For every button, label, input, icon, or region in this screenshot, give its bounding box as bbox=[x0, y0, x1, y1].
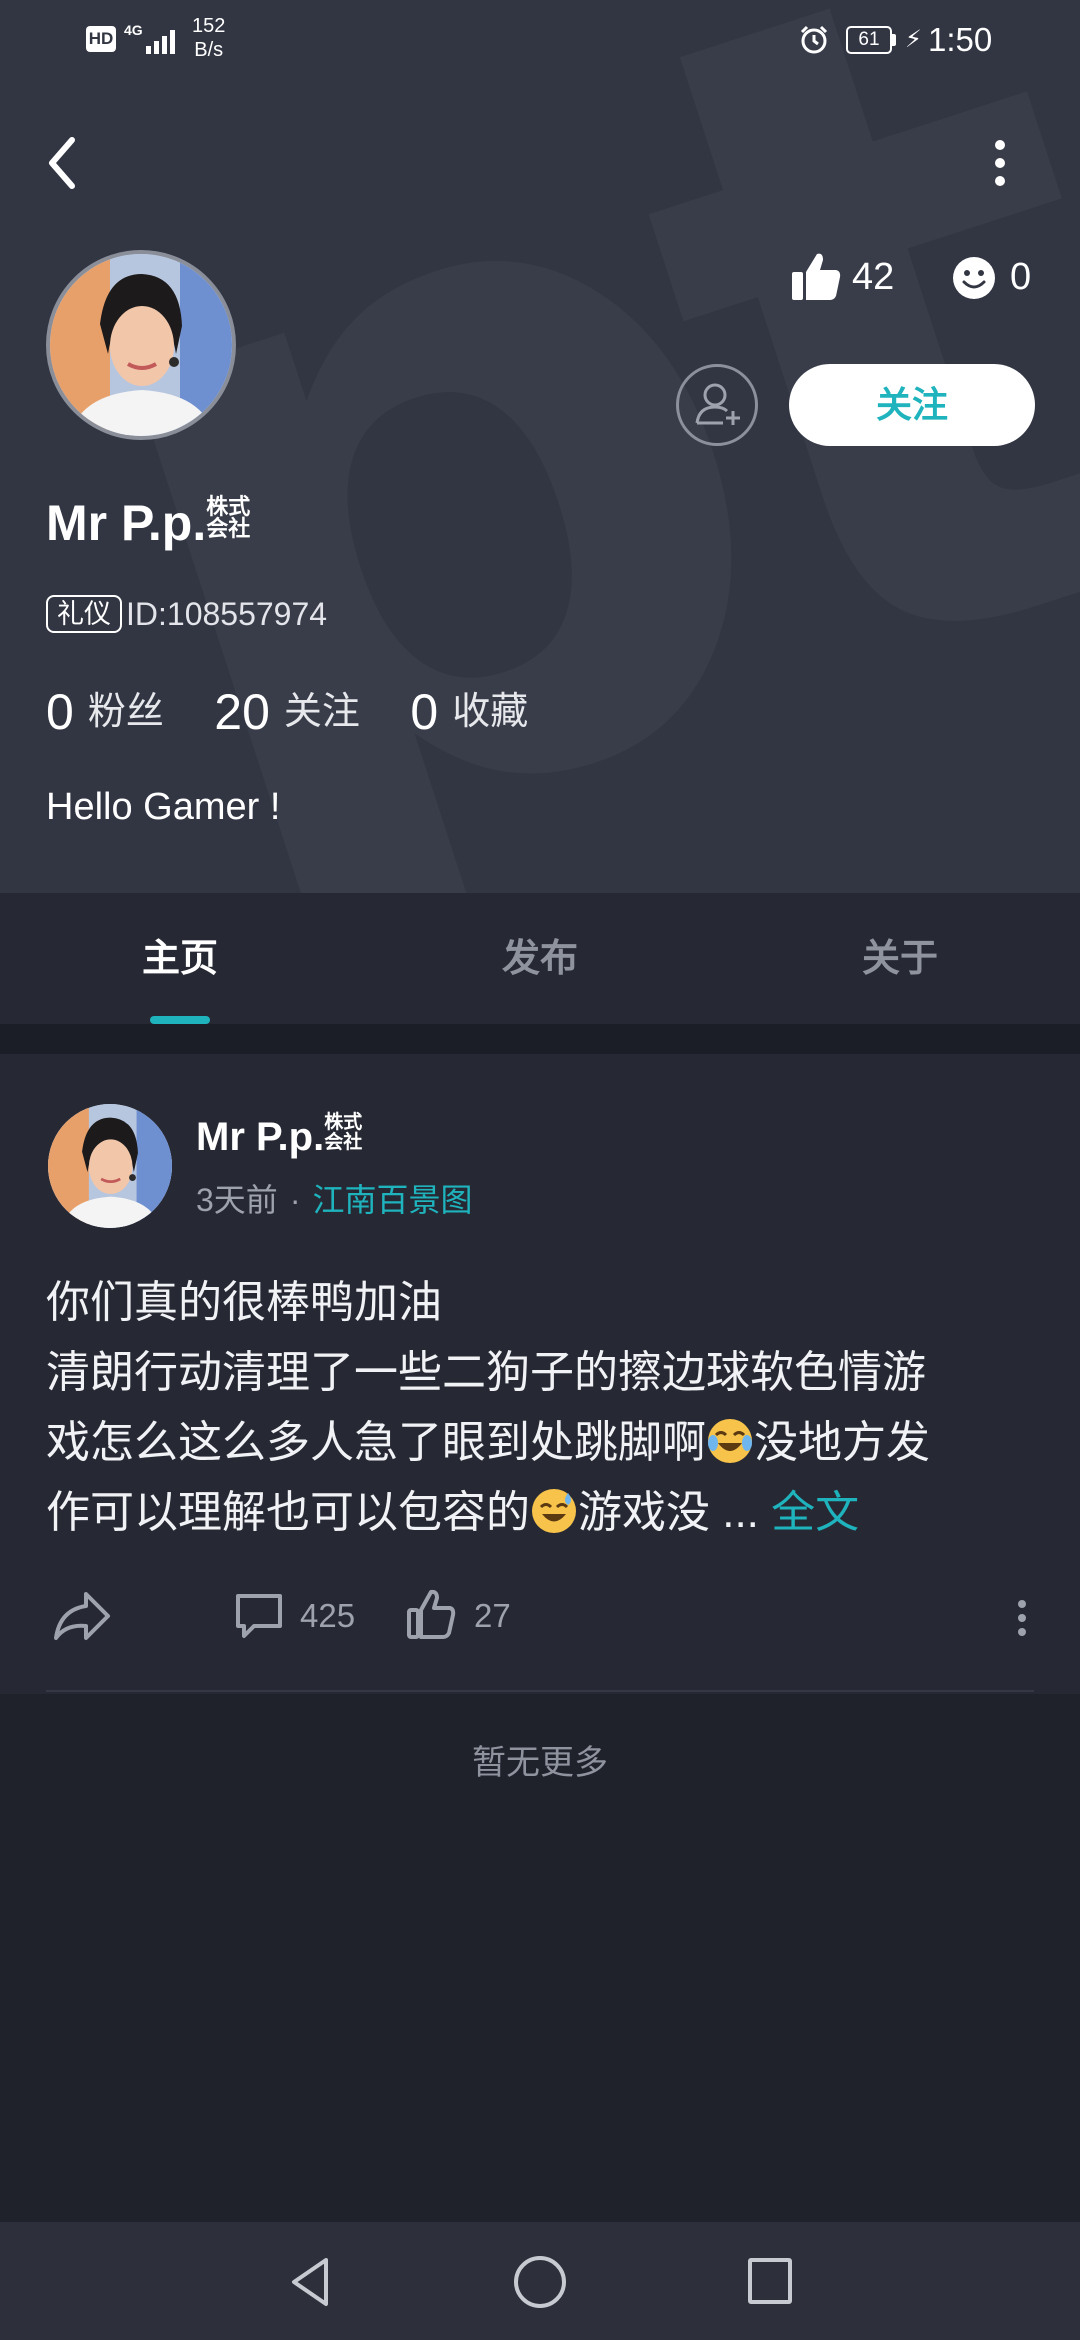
charging-icon: ⚡ bbox=[905, 26, 922, 53]
post-author-name[interactable]: Mr P.p.株式会社 bbox=[196, 1112, 370, 1162]
speed-value: 152 bbox=[192, 15, 226, 37]
tab-about[interactable]: 关于 bbox=[720, 893, 1080, 1025]
followers-count: 0 bbox=[46, 684, 74, 740]
share-icon[interactable] bbox=[52, 1588, 112, 1644]
hd-indicator: HD bbox=[86, 26, 116, 52]
avatar-photo bbox=[48, 1104, 172, 1228]
add-user-icon bbox=[695, 383, 740, 425]
thumbs-up-outline-icon[interactable] bbox=[406, 1588, 456, 1640]
profile-like-count: 42 bbox=[852, 256, 895, 298]
following-count: 20 bbox=[214, 684, 270, 740]
alarm-icon bbox=[800, 25, 828, 54]
chevron-left-icon[interactable] bbox=[40, 130, 90, 196]
post-author-tag: 株式会社 bbox=[324, 1112, 363, 1153]
add-friend-button[interactable] bbox=[676, 364, 758, 446]
status-bar: HD 4G 152 B/s 61 ⚡ 1:50 bbox=[0, 0, 1080, 80]
active-tab-indicator bbox=[150, 1016, 210, 1024]
profile-header: ptar HD 4G 152 B/s 61 ⚡ 1:50 42 0 关注 Mr … bbox=[0, 0, 1080, 893]
bio: Hello Gamer ! bbox=[46, 786, 281, 828]
section-divider bbox=[0, 1024, 1080, 1054]
post-like-count: 27 bbox=[474, 1597, 511, 1634]
comment-icon[interactable] bbox=[234, 1590, 284, 1640]
profile-reaction-count: 0 bbox=[1010, 256, 1032, 298]
following-stat[interactable]: 20 关注 bbox=[214, 684, 406, 740]
comment-count: 425 bbox=[300, 1597, 356, 1634]
tab-posts[interactable]: 发布 bbox=[360, 893, 720, 1025]
username-text: Mr P.p. bbox=[46, 495, 207, 551]
post-more-icon[interactable] bbox=[1014, 1598, 1030, 1638]
profile-tabs: 主页 发布 关于 bbox=[0, 893, 1080, 1025]
username-tag: 株式会社 bbox=[206, 494, 251, 541]
more-vertical-icon[interactable] bbox=[980, 134, 1020, 190]
post-line: 你们真的很棒鸭加油 bbox=[46, 1278, 442, 1327]
following-label: 关注 bbox=[283, 691, 360, 733]
favorites-label: 收藏 bbox=[452, 691, 529, 733]
post-line: 戏怎么这么多人急了眼到处跳脚啊 bbox=[46, 1418, 706, 1467]
username: Mr P.p.株式会社 bbox=[46, 493, 260, 553]
post-time: 3天前 bbox=[196, 1182, 278, 1218]
avatar-photo bbox=[50, 254, 232, 436]
read-more-link[interactable]: 全文 bbox=[771, 1488, 859, 1537]
sweat-smile-emoji-icon bbox=[532, 1489, 576, 1533]
favorites-count: 0 bbox=[410, 684, 439, 740]
no-more-text: 暂无更多 bbox=[472, 1744, 608, 1782]
post-author-avatar[interactable] bbox=[48, 1104, 172, 1228]
post-line: 作可以理解也可以包容的 bbox=[46, 1488, 530, 1537]
watermark: ptar bbox=[0, 0, 1080, 893]
circle-home-icon[interactable] bbox=[514, 2256, 566, 2308]
thumbs-up-icon[interactable] bbox=[790, 250, 842, 302]
etiquette-badge[interactable]: 礼仪 bbox=[46, 595, 122, 633]
followers-stat[interactable]: 0 粉丝 bbox=[46, 684, 210, 740]
post-line: 没地方发 bbox=[754, 1418, 930, 1467]
followers-label: 粉丝 bbox=[87, 691, 164, 733]
meta-separator: · bbox=[289, 1182, 301, 1218]
avatar[interactable] bbox=[46, 250, 236, 440]
post-line: 游戏没 ... bbox=[578, 1488, 772, 1537]
triangle-back-icon[interactable] bbox=[286, 2254, 336, 2310]
square-recent-icon[interactable] bbox=[748, 2258, 792, 2304]
divider bbox=[46, 1690, 1034, 1692]
battery-level: 61 bbox=[846, 26, 892, 54]
speed-unit: B/s bbox=[194, 39, 224, 61]
laughing-tears-emoji-icon bbox=[708, 1419, 752, 1463]
signal-icon bbox=[140, 24, 180, 54]
battery-tip bbox=[892, 34, 896, 46]
tab-home[interactable]: 主页 bbox=[0, 893, 360, 1025]
follow-button[interactable]: 关注 bbox=[789, 364, 1035, 446]
post-meta: 3天前 · 江南百景图 bbox=[196, 1178, 472, 1222]
profile-counts: 0 粉丝 20 关注 0 收藏 bbox=[46, 682, 574, 742]
post-line: 清朗行动清理了一些二狗子的擦边球软色情游 bbox=[46, 1348, 926, 1397]
clock: 1:50 bbox=[928, 21, 993, 58]
profile-screen: ptar HD 4G 152 B/s 61 ⚡ 1:50 42 0 关注 Mr … bbox=[0, 0, 1080, 2340]
post-body[interactable]: 你们真的很棒鸭加油 清朗行动清理了一些二狗子的擦边球软色情游 戏怎么这么多人急了… bbox=[46, 1268, 1036, 1548]
post-author-text: Mr P.p. bbox=[196, 1115, 325, 1159]
favorites-stat[interactable]: 0 收藏 bbox=[410, 684, 574, 740]
post-topic-link[interactable]: 江南百景图 bbox=[312, 1182, 472, 1218]
user-id: ID:108557974 bbox=[126, 596, 328, 632]
network-speed: 152 B/s bbox=[192, 14, 225, 62]
smile-icon[interactable] bbox=[952, 256, 996, 300]
system-nav-bar bbox=[0, 2222, 1080, 2340]
